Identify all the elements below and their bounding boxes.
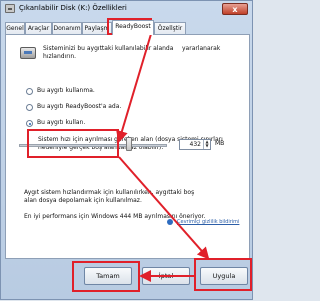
radio-dedicate[interactable] bbox=[26, 104, 33, 111]
close-button[interactable]: x bbox=[222, 3, 248, 15]
apply-button[interactable]: Uygula bbox=[200, 267, 248, 285]
window-title: Çıkarılabilir Disk (K:) Özellikleri bbox=[19, 4, 127, 12]
title-bar[interactable]: Çıkarılabilir Disk (K:) Özellikleri x bbox=[1, 1, 252, 17]
option-dedicate-label: Bu aygıtı ReadyBoost'a ada. bbox=[37, 103, 122, 110]
size-slider-thumb[interactable] bbox=[125, 137, 132, 151]
intro-text-line1b: yararlanarak bbox=[182, 45, 221, 52]
privacy-link[interactable]: Çevrimiçi gizlilik bildirimi bbox=[177, 219, 239, 225]
tab-readyboost[interactable]: ReadyBoost bbox=[112, 20, 154, 35]
tab-strip: Genel Araçlar Donanım Paylaşm ReadyBoost… bbox=[5, 20, 250, 35]
ok-button[interactable]: Tamam bbox=[84, 267, 132, 285]
radio-use-device[interactable] bbox=[26, 120, 33, 127]
tab-ozellestir[interactable]: Özellştir bbox=[154, 22, 186, 34]
info1-line1: Aygıt sistem hızlandırmak için kullanılı… bbox=[24, 189, 195, 196]
tab-paylasim[interactable]: Paylaşm bbox=[82, 22, 112, 34]
cancel-button[interactable]: İptal bbox=[142, 267, 190, 285]
info1-line2: alan dosya depolamak için kullanılmaz. bbox=[24, 197, 142, 204]
option-do-not-use-label: Bu aygıtı kullanma. bbox=[37, 87, 95, 94]
usb-drive-icon bbox=[20, 47, 36, 59]
option-use-device-label: Bu aygıtı kullan. bbox=[37, 119, 86, 126]
size-slider-track[interactable] bbox=[19, 144, 167, 147]
spin-arrows-icon[interactable]: ▲ ▼ bbox=[203, 140, 210, 149]
size-value: 432 bbox=[189, 141, 201, 148]
intro-text-line1: Sisteminizi bu aygıttaki kullanılabilir … bbox=[43, 45, 174, 52]
size-spinbox[interactable]: 432 ▲ ▼ bbox=[179, 139, 211, 150]
intro-text-line2: hızlandırın. bbox=[43, 53, 77, 60]
properties-window: Çıkarılabilir Disk (K:) Özellikleri x Ge… bbox=[0, 0, 253, 300]
size-unit: MB bbox=[215, 140, 225, 147]
drive-icon bbox=[5, 4, 15, 13]
tab-araclar[interactable]: Araçlar bbox=[25, 22, 52, 34]
tab-donanim[interactable]: Donanım bbox=[52, 22, 82, 34]
radio-do-not-use[interactable] bbox=[26, 88, 33, 95]
privacy-info-icon bbox=[167, 219, 173, 225]
tab-genel[interactable]: Genel bbox=[5, 22, 25, 34]
